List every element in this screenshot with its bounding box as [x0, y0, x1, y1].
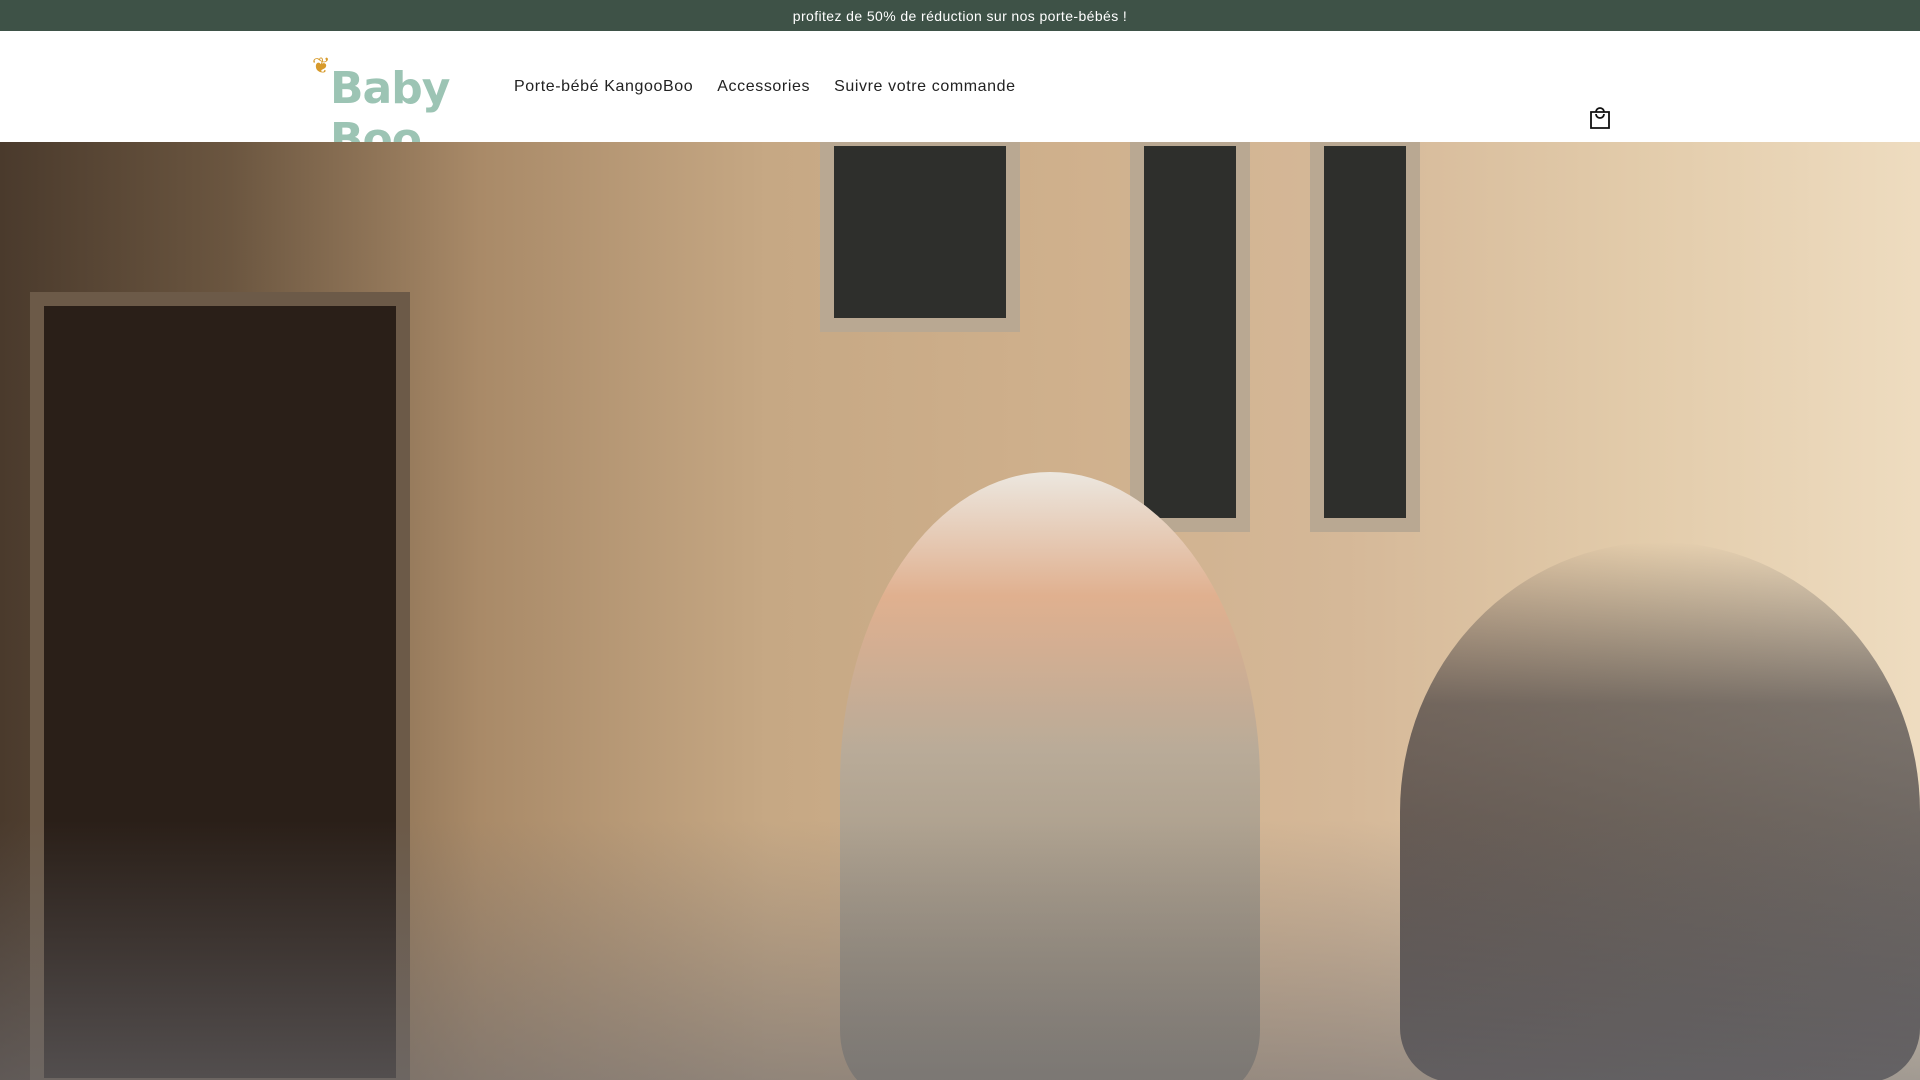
- announcement-bar: profitez de 50% de réduction sur nos por…: [0, 0, 1920, 31]
- hero-image: [0, 142, 1920, 1080]
- shopping-bag-icon: [1590, 107, 1610, 129]
- building-window: [1130, 142, 1250, 532]
- street: [0, 820, 1920, 1080]
- nav-porte-bebe[interactable]: Porte-bébé KangooBoo: [514, 78, 693, 96]
- nav-track-order[interactable]: Suivre votre commande: [834, 78, 1016, 96]
- site-header: ❦ Baby Boo Porte-bébé KangooBoo Accessor…: [0, 31, 1920, 165]
- building-window: [1310, 142, 1420, 532]
- main-nav: Porte-bébé KangooBoo Accessories Suivre …: [514, 31, 1016, 142]
- sprout-icon: ❦: [312, 53, 331, 78]
- nav-accessories[interactable]: Accessories: [717, 78, 810, 96]
- building-window: [820, 142, 1020, 332]
- cart-button[interactable]: [1588, 104, 1612, 130]
- announcement-text: profitez de 50% de réduction sur nos por…: [792, 7, 1128, 24]
- logo[interactable]: ❦ Baby Boo: [312, 53, 462, 165]
